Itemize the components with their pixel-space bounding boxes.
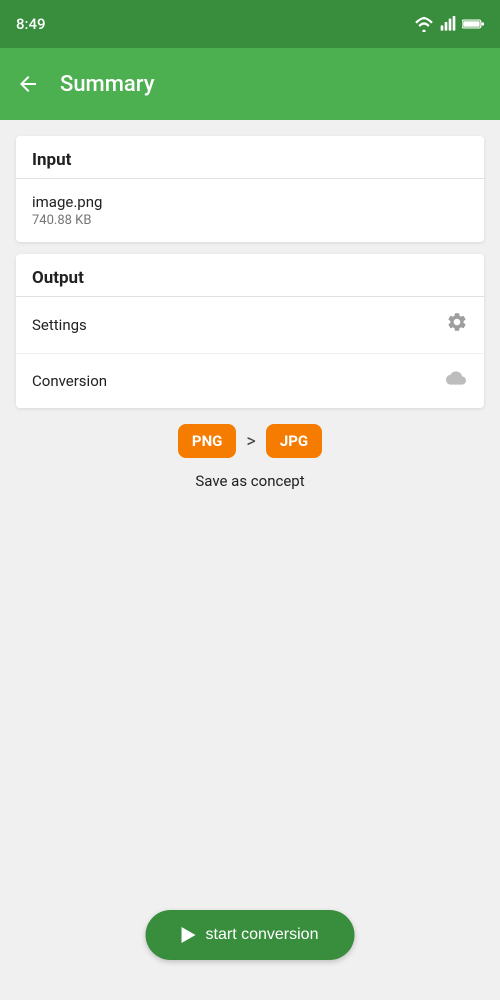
app-bar: Summary	[0, 48, 500, 120]
status-icons	[414, 16, 484, 32]
conversion-row-item[interactable]: Conversion	[16, 354, 484, 408]
input-card: Input image.png 740.88 KB	[16, 136, 484, 242]
gear-icon	[446, 311, 468, 339]
to-format-badge: JPG	[266, 424, 322, 458]
output-label: Output	[32, 268, 84, 288]
settings-label: Settings	[32, 316, 87, 334]
from-format-badge: PNG	[178, 424, 236, 458]
input-file-row: image.png 740.88 KB	[16, 179, 484, 242]
conversion-label: Conversion	[32, 372, 107, 390]
output-card: Output Settings Conversion	[16, 254, 484, 408]
save-concept-button[interactable]: Save as concept	[16, 472, 484, 490]
input-card-header: Input	[16, 136, 484, 179]
main-content: Input image.png 740.88 KB Output Setting…	[0, 120, 500, 1000]
battery-icon	[462, 17, 484, 31]
start-conversion-container: start conversion	[146, 910, 355, 960]
back-arrow-icon	[16, 72, 40, 96]
back-button[interactable]	[16, 72, 40, 96]
filesize: 740.88 KB	[32, 213, 102, 228]
output-card-header: Output	[16, 254, 484, 297]
status-time: 8:49	[16, 15, 46, 33]
status-bar: 8:49	[0, 0, 500, 48]
start-conversion-button[interactable]: start conversion	[146, 910, 355, 960]
conversion-badge-row: PNG > JPG	[16, 424, 484, 458]
cloud-icon	[444, 368, 468, 394]
input-label: Input	[32, 150, 71, 170]
settings-row[interactable]: Settings	[16, 297, 484, 354]
signal-icon	[440, 16, 456, 32]
page-title: Summary	[60, 72, 155, 97]
play-icon	[182, 927, 196, 943]
start-conversion-label: start conversion	[206, 926, 319, 944]
filename: image.png	[32, 193, 102, 211]
wifi-icon	[414, 16, 434, 32]
arrow-separator: >	[246, 431, 255, 452]
